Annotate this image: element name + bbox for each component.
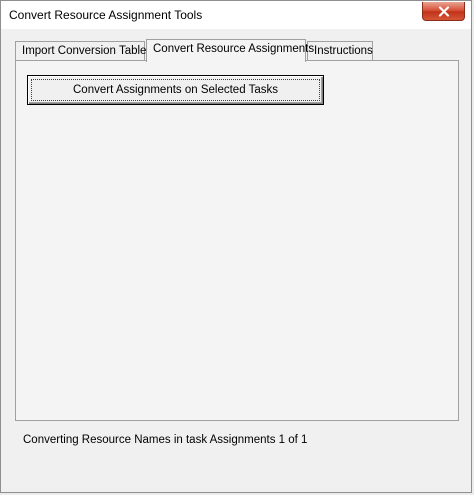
- convert-assignments-button[interactable]: Convert Assignments on Selected Tasks: [27, 75, 324, 105]
- close-icon: [438, 5, 450, 17]
- status-text: Converting Resource Names in task Assign…: [23, 434, 308, 446]
- title-bar: Convert Resource Assignment Tools: [1, 1, 471, 29]
- tab-instructions[interactable]: Instructions: [307, 41, 373, 60]
- tab-import-conversion-table[interactable]: Import Conversion Table: [15, 41, 146, 60]
- dialog-window: Convert Resource Assignment Tools Import…: [0, 0, 472, 493]
- tab-panel-convert-resource-assignments: Convert Assignments on Selected Tasks: [15, 60, 459, 421]
- convert-assignments-button-label: Convert Assignments on Selected Tasks: [73, 84, 278, 96]
- tab-convert-resource-assignments[interactable]: Convert Resource Assignments: [146, 39, 314, 62]
- window-title: Convert Resource Assignment Tools: [9, 8, 203, 22]
- close-button[interactable]: [422, 2, 465, 21]
